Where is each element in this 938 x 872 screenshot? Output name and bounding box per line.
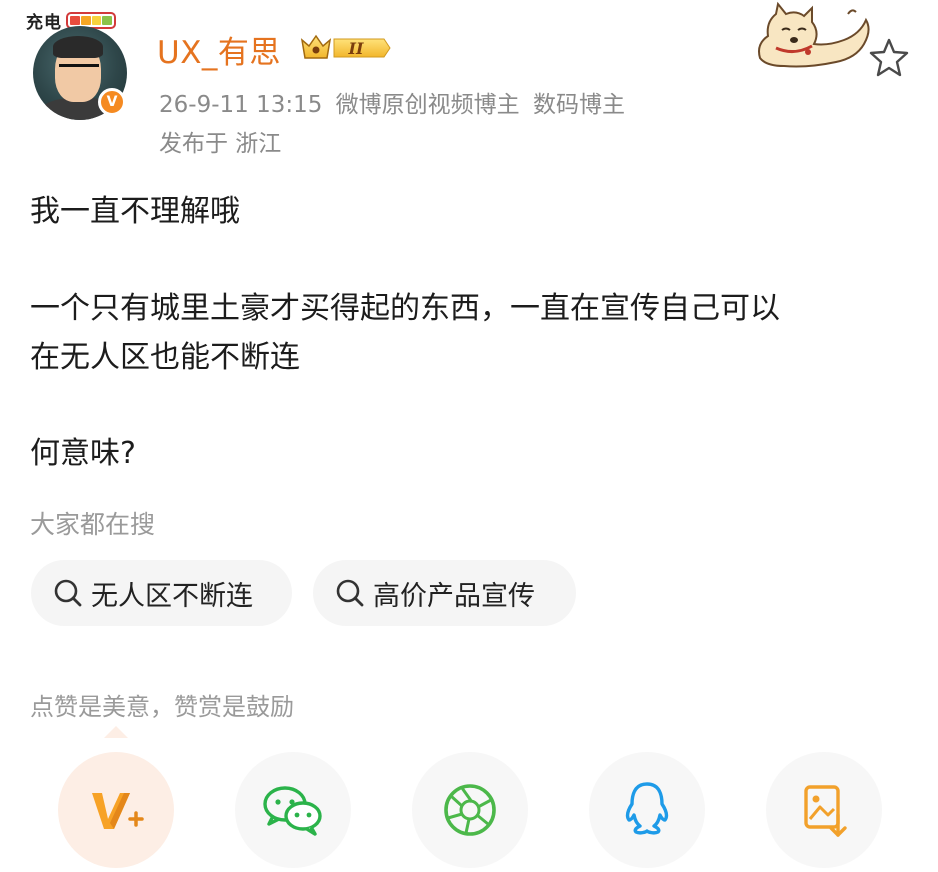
trending-tag[interactable]: 高价产品宣传 bbox=[313, 560, 576, 626]
reward-caption: 点赞是美意，赞赏是鼓励 bbox=[30, 693, 294, 721]
share-moments-button[interactable] bbox=[412, 752, 528, 868]
author-tag: 微博原创视频博主 bbox=[335, 92, 520, 118]
save-image-icon bbox=[804, 785, 847, 837]
post-timestamp: 26-9-11 13:15 bbox=[159, 92, 323, 118]
post-location: 发布于 浙江 bbox=[159, 131, 282, 157]
trending-tag-label: 无人区不断连 bbox=[91, 580, 253, 612]
reward-pointer bbox=[104, 726, 128, 738]
verified-badge-icon: V bbox=[98, 88, 126, 116]
trending-tag-label: 高价产品宣传 bbox=[373, 580, 535, 612]
author-name[interactable]: UX_有思 bbox=[157, 27, 281, 72]
post-paragraph: 我一直不理解哦 bbox=[30, 194, 240, 229]
post-paragraph: 在无人区也能不断连 bbox=[30, 340, 300, 375]
share-qq-button[interactable] bbox=[589, 752, 705, 868]
reward-button[interactable] bbox=[58, 752, 174, 868]
post-meta: 26-9-11 13:15 微博原创视频博主 数码博主 bbox=[159, 85, 631, 119]
trending-title: 大家都在搜 bbox=[30, 510, 156, 539]
moments-icon bbox=[444, 784, 496, 836]
search-icon bbox=[336, 579, 364, 607]
search-icon bbox=[54, 579, 82, 607]
level-text: II bbox=[348, 39, 364, 58]
author-tag: 数码博主 bbox=[532, 92, 625, 118]
post-paragraph: 一个只有城里土豪才买得起的东西，一直在宣传自己可以 bbox=[30, 291, 780, 326]
qq-icon bbox=[625, 782, 669, 835]
share-wechat-button[interactable] bbox=[235, 752, 351, 868]
crown-level-badge[interactable]: II bbox=[300, 32, 392, 68]
wechat-icon bbox=[263, 786, 322, 836]
dog-sticker-icon bbox=[748, 0, 878, 76]
trending-tag[interactable]: 无人区不断连 bbox=[31, 560, 292, 626]
save-image-button[interactable] bbox=[766, 752, 882, 868]
charge-label: 充电 bbox=[26, 13, 62, 33]
post-paragraph: 何意味? bbox=[30, 436, 136, 471]
favorite-star-icon[interactable] bbox=[868, 36, 910, 82]
reward-v-icon bbox=[92, 793, 144, 829]
